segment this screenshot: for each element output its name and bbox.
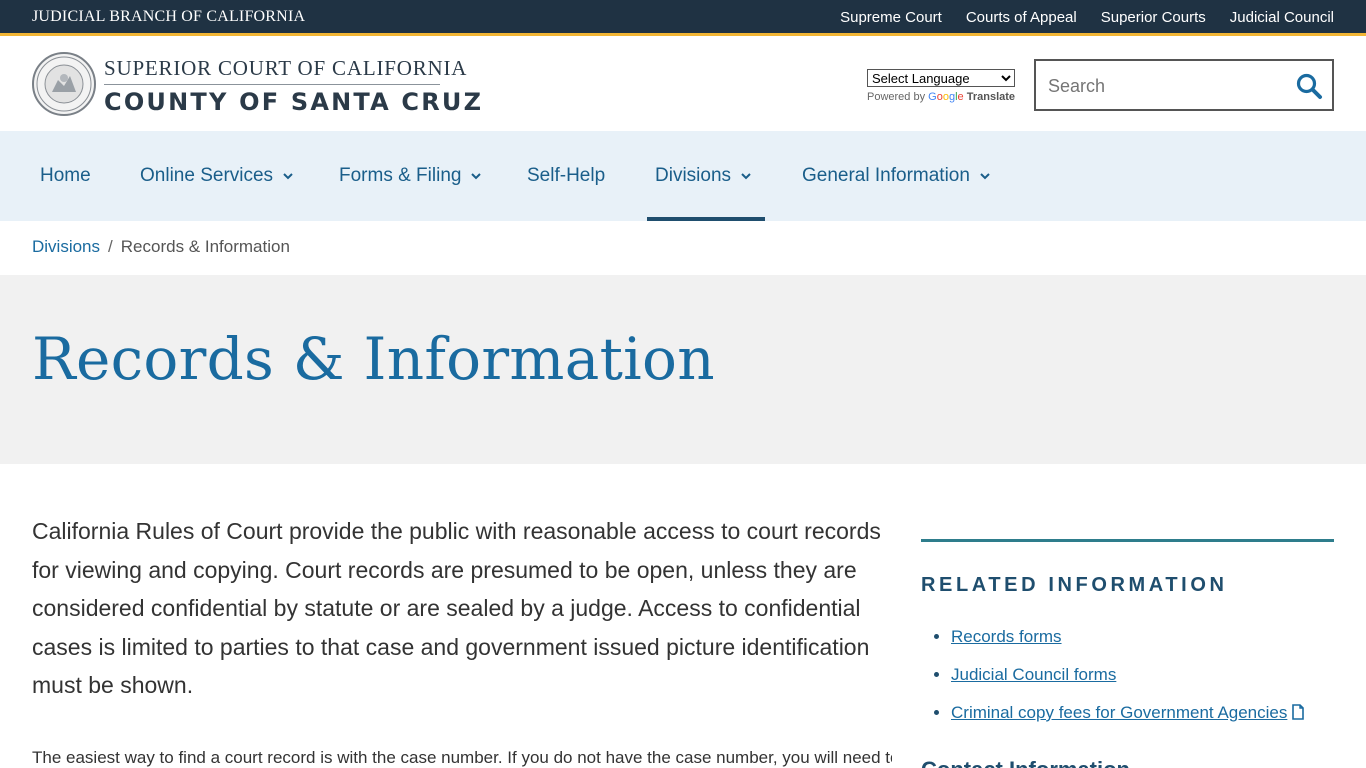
contact-information-heading: Contact Information xyxy=(921,757,1130,768)
chevron-down-icon xyxy=(283,173,293,180)
link-judicial-council-forms[interactable]: Judicial Council forms xyxy=(951,665,1116,684)
nav-item-label: General Information xyxy=(802,165,970,186)
court-seal-logo[interactable] xyxy=(32,52,96,116)
logo-title-line1[interactable]: SUPERIOR COURT OF CALIFORNIA xyxy=(104,56,467,81)
link-criminal-copy-fees[interactable]: Criminal copy fees for Government Agenci… xyxy=(951,703,1287,722)
translate-label: Translate xyxy=(966,91,1016,103)
nav-item-label: Self-Help xyxy=(527,165,606,186)
powered-by-google: Powered by Google Translate xyxy=(867,91,1015,103)
search-box xyxy=(1034,59,1334,111)
page-title: Records & Information xyxy=(32,325,715,393)
search-icon xyxy=(1296,73,1322,99)
nav-item-home[interactable]: Home xyxy=(40,131,91,221)
logo-divider xyxy=(104,84,440,85)
body-paragraph: The easiest way to find a court record i… xyxy=(32,748,892,767)
top-link-supreme-court[interactable]: Supreme Court xyxy=(840,9,942,26)
nav-item-online-services[interactable]: Online Services xyxy=(140,131,295,221)
breadcrumb-current: Records & Information xyxy=(120,237,290,256)
chevron-down-icon xyxy=(980,173,990,180)
list-item: Judicial Council forms xyxy=(951,665,1334,685)
link-records-forms[interactable]: Records forms xyxy=(951,627,1062,646)
site-header: SUPERIOR COURT OF CALIFORNIA COUNTY OF S… xyxy=(0,39,1366,131)
seal-graphic xyxy=(36,56,92,112)
logo-title-line2[interactable]: COUNTY OF SANTA CRUZ xyxy=(104,88,483,116)
nav-item-label: Home xyxy=(40,165,91,186)
top-links: Supreme Court Courts of Appeal Superior … xyxy=(840,9,1334,26)
breadcrumb-divisions[interactable]: Divisions xyxy=(32,237,100,256)
sidebar-divider xyxy=(921,539,1334,542)
nav-item-self-help[interactable]: Self-Help xyxy=(527,131,605,221)
nav-item-label: Divisions xyxy=(655,165,732,186)
list-item: Records forms xyxy=(951,627,1334,647)
document-icon xyxy=(1292,704,1305,720)
chevron-down-icon xyxy=(471,173,482,180)
search-button[interactable] xyxy=(1294,71,1324,101)
top-link-courts-of-appeal[interactable]: Courts of Appeal xyxy=(966,9,1077,26)
nav-item-divisions[interactable]: Divisions xyxy=(646,131,766,221)
sidebar-heading: RELATED INFORMATION xyxy=(921,574,1228,596)
nav-item-label: Forms & Filing xyxy=(339,165,462,186)
chevron-down-icon xyxy=(741,173,751,180)
related-links-list: Records forms Judicial Council forms Cri… xyxy=(921,627,1334,723)
nav-item-label: Online Services xyxy=(140,165,274,186)
google-logo[interactable]: Google xyxy=(928,91,964,103)
search-input[interactable] xyxy=(1048,73,1278,99)
main-nav: Home Online Services Forms & Filing Self… xyxy=(0,131,1366,221)
page-hero: Records & Information xyxy=(0,275,1366,464)
top-link-superior-courts[interactable]: Superior Courts xyxy=(1101,9,1206,26)
google-translate-widget: Select Language Powered by Google Transl… xyxy=(867,69,1015,103)
nav-item-general-information[interactable]: General Information xyxy=(802,131,992,221)
intro-paragraph: California Rules of Court provide the pu… xyxy=(32,518,881,698)
list-item: Criminal copy fees for Government Agenci… xyxy=(951,703,1334,723)
top-bar: JUDICIAL BRANCH OF CALIFORNIA Supreme Co… xyxy=(0,0,1366,36)
breadcrumb: Divisions / Records & Information xyxy=(32,237,290,257)
top-link-judicial-council[interactable]: Judicial Council xyxy=(1230,9,1334,26)
language-select[interactable]: Select Language xyxy=(867,69,1015,87)
sidebar: RELATED INFORMATION Records forms Judici… xyxy=(921,539,1334,768)
powered-by-label: Powered by xyxy=(867,91,926,103)
judicial-branch-brand[interactable]: JUDICIAL BRANCH OF CALIFORNIA xyxy=(32,8,305,26)
breadcrumb-separator: / xyxy=(108,237,113,256)
nav-item-forms-filing[interactable]: Forms & Filing xyxy=(339,131,483,221)
